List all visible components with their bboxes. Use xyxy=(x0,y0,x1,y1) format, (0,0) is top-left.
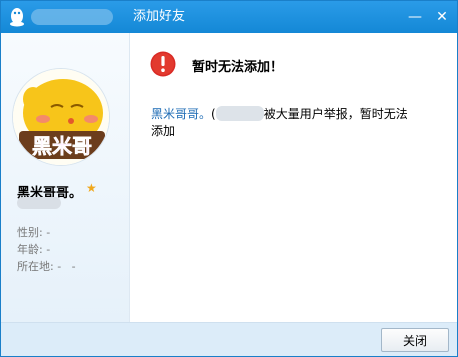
qq-penguin-icon xyxy=(10,8,24,27)
age-field: 年龄: - xyxy=(17,241,50,257)
error-title: 暂时无法添加！ xyxy=(192,60,284,75)
location-field: 所在地: - - xyxy=(17,258,76,274)
location-label: 所在地: xyxy=(17,260,54,273)
footer-bar: 关闭 xyxy=(1,322,457,356)
blurred-account-name xyxy=(31,9,113,25)
avatar-text: 黑米哥 xyxy=(32,134,92,158)
close-window-button[interactable]: ✕ xyxy=(431,6,453,28)
message-panel: 暂时无法添加！ 黑米哥哥。(被大量用户举报，暂时无法添加 xyxy=(130,33,457,322)
close-button[interactable]: 关闭 xyxy=(381,328,449,352)
message-nickname: 黑米哥哥。 xyxy=(151,107,212,121)
error-icon xyxy=(150,51,176,77)
gender-label: 性别: xyxy=(17,226,43,239)
blurred-qq-number xyxy=(17,197,61,209)
avatar-image: 黑米哥 xyxy=(13,69,109,165)
profile-panel: 黑米哥 黑米哥哥。 ★ 性别: - 年龄: - 所在地: - - xyxy=(1,33,130,322)
age-label: 年龄: xyxy=(17,243,43,256)
blurred-message-id xyxy=(215,106,264,121)
gender-value: - xyxy=(46,226,51,239)
gender-field: 性别: - xyxy=(17,224,50,240)
minimize-button[interactable]: — xyxy=(404,6,426,28)
star-icon: ★ xyxy=(86,181,97,195)
title-bar[interactable]: 添加好友 — ✕ xyxy=(1,1,457,33)
age-value: - xyxy=(46,243,51,256)
avatar[interactable]: 黑米哥 xyxy=(13,69,109,165)
error-message: 黑米哥哥。(被大量用户举报，暂时无法添加 xyxy=(151,106,411,140)
add-friend-dialog: 添加好友 — ✕ 黑米哥 黑米哥哥。 ★ 性别: - 年龄: - 所在地: - … xyxy=(0,0,458,357)
location-value: - - xyxy=(57,260,76,273)
window-title: 添加好友 xyxy=(133,9,186,24)
